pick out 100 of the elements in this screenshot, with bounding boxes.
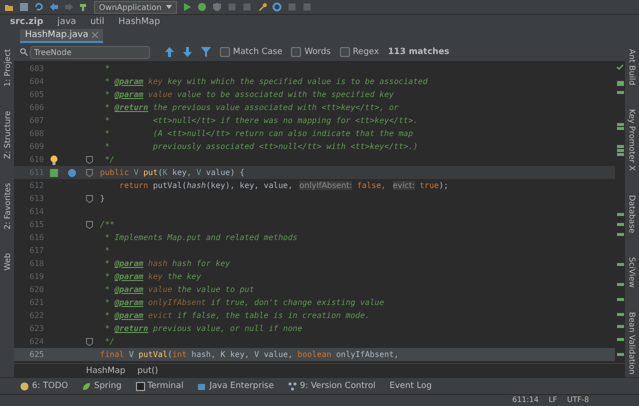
file-tab[interactable]: HashMap.java [20,29,104,43]
run-icon[interactable] [182,2,192,12]
tool-window-button[interactable]: 1: Project [2,49,12,87]
line-number: 620 [28,285,45,294]
tool-window-button[interactable]: Bean Validation [628,312,636,374]
tool-window-button[interactable]: Key Promoter X [628,109,636,172]
refresh-icon[interactable] [34,2,44,12]
code-line: */ [104,337,114,346]
leaf-icon [82,382,92,390]
code-line: * @return previous value, or null if none [104,324,302,333]
checkbox-label: Words [304,47,331,57]
line-number: 616 [28,233,45,242]
code-line: * <tt>null</tt> if there was no mapping for <tt>key</tt>. [104,116,418,125]
line-number: 617 [28,246,45,255]
square-icon[interactable] [302,2,312,12]
line-number: 607 [28,116,45,125]
line-number: 603 [28,64,45,73]
code-line: * [104,64,110,73]
line-number: 606 [28,103,45,112]
search-field[interactable]: TreeNode [30,46,150,58]
line-number: 618 [28,259,45,268]
checkbox[interactable] [291,47,302,57]
close-icon[interactable] [92,32,98,38]
tool-window-button[interactable]: Z: Structure [2,110,12,159]
tool-window-button[interactable]: Event Log [390,381,432,391]
code-line: */ [104,155,114,164]
code-line: * previously associated <tt>null</tt> with <tt>key</tt>.) [104,142,418,151]
tool-window-button[interactable]: Terminal [148,381,184,391]
shield-icon[interactable] [212,2,222,12]
code-line: * @param key key with which the specified value is to be associated [104,77,428,86]
breadcrumb-item[interactable]: HashMap [86,366,126,376]
tool-window-button[interactable]: Spring [94,381,122,391]
tool-window-button[interactable]: Ant Build [628,49,636,86]
checkbox-label: Regex [352,47,379,57]
line-number: 619 [28,272,45,281]
line-number: 608 [28,129,45,138]
search-icon [20,48,28,56]
tool-window-button[interactable]: Database [628,195,636,234]
fold-marker-icon[interactable] [86,156,93,164]
code-line: } [100,194,105,203]
square-icon[interactable] [226,2,237,12]
code-line: return putVal(hash(key), key, value, onlyIfAbsent: false, evict: true); [118,181,448,190]
tool-window-button[interactable]: 6: TODO [32,381,68,391]
breadcrumb-item[interactable]: util [90,17,104,27]
code-line: * @param onlyIfAbsent if true, don't change existing value [104,298,384,307]
code-line: /** [100,220,114,229]
breadcrumb-item[interactable]: src.zip [10,17,44,27]
tool-window-button[interactable]: SciView [628,257,636,288]
folder-icon[interactable] [4,2,14,12]
tool-window-button[interactable]: Web [2,253,12,271]
fold-marker-icon[interactable] [86,338,93,346]
forward-arrow-icon[interactable] [64,2,74,12]
code-line: * @param key the key [104,272,202,281]
back-arrow-icon[interactable] [49,2,59,12]
code-line: * [104,246,110,255]
fold-marker-icon[interactable] [86,194,93,202]
line-number: 613 [28,194,45,203]
line-number: 622 [28,311,45,320]
square-icon[interactable] [286,2,297,12]
arrow-down-icon[interactable] [183,47,192,57]
fold-marker-icon[interactable] [86,168,93,176]
line-number: 605 [28,90,45,99]
arrow-up-icon[interactable] [165,47,174,57]
line-number: 624 [28,337,45,346]
square-icon[interactable] [242,2,252,12]
line-number: 614 [28,207,45,216]
checkbox-label: Match Case [233,47,282,57]
lightbulb-icon[interactable] [50,154,58,164]
run-configuration-dropdown[interactable]: OwnApplication [94,0,177,14]
code-line: * Implements Map.put and related methods [104,233,298,242]
fold-marker-icon[interactable] [86,220,93,228]
code-line: * @return the previous value associated with <tt>key</tt>, or [104,103,399,112]
match-count: 113 matches [388,47,450,57]
terminal-icon [136,382,145,390]
tool-window-button[interactable]: 9: Version Control [300,381,376,391]
code-line: public V put(K key, V value) { [100,168,245,177]
code-line: * (A <tt>null</tt> return can also indicate that the map [104,129,414,138]
line-number: 604 [28,77,45,86]
branch-icon [288,382,297,390]
code-line: * @param evict if false, the table is in creation mode. [104,311,370,320]
ring-icon[interactable] [272,2,282,12]
breadcrumb-item[interactable]: HashMap [118,17,160,27]
line-number: 621 [28,298,45,307]
code-line: * @param value value to be associated with the specified key [104,90,394,99]
line-number: 609 [28,142,45,151]
code-line: * @param value the value to put [104,285,254,294]
line-number: 615 [28,220,45,229]
checkbox[interactable] [340,47,350,57]
breadcrumb-item[interactable]: java [57,17,76,27]
line-number: 625 [28,350,45,359]
code-line: * @param hash hash for key [104,259,230,268]
funnel-icon[interactable] [201,47,211,57]
line-number: 623 [28,324,45,333]
tool-window-button[interactable]: 2: Favorites [2,182,12,230]
line-number: 610 [28,155,45,164]
caret-icon[interactable] [166,5,172,9]
tool-window-button[interactable]: Java Enterprise [209,381,274,391]
code-line: final V putVal(int hash, K key, V value, boolean onlyIfAbsent, [100,350,399,359]
breadcrumb-item[interactable]: put() [137,366,158,376]
checkbox[interactable] [220,47,230,57]
